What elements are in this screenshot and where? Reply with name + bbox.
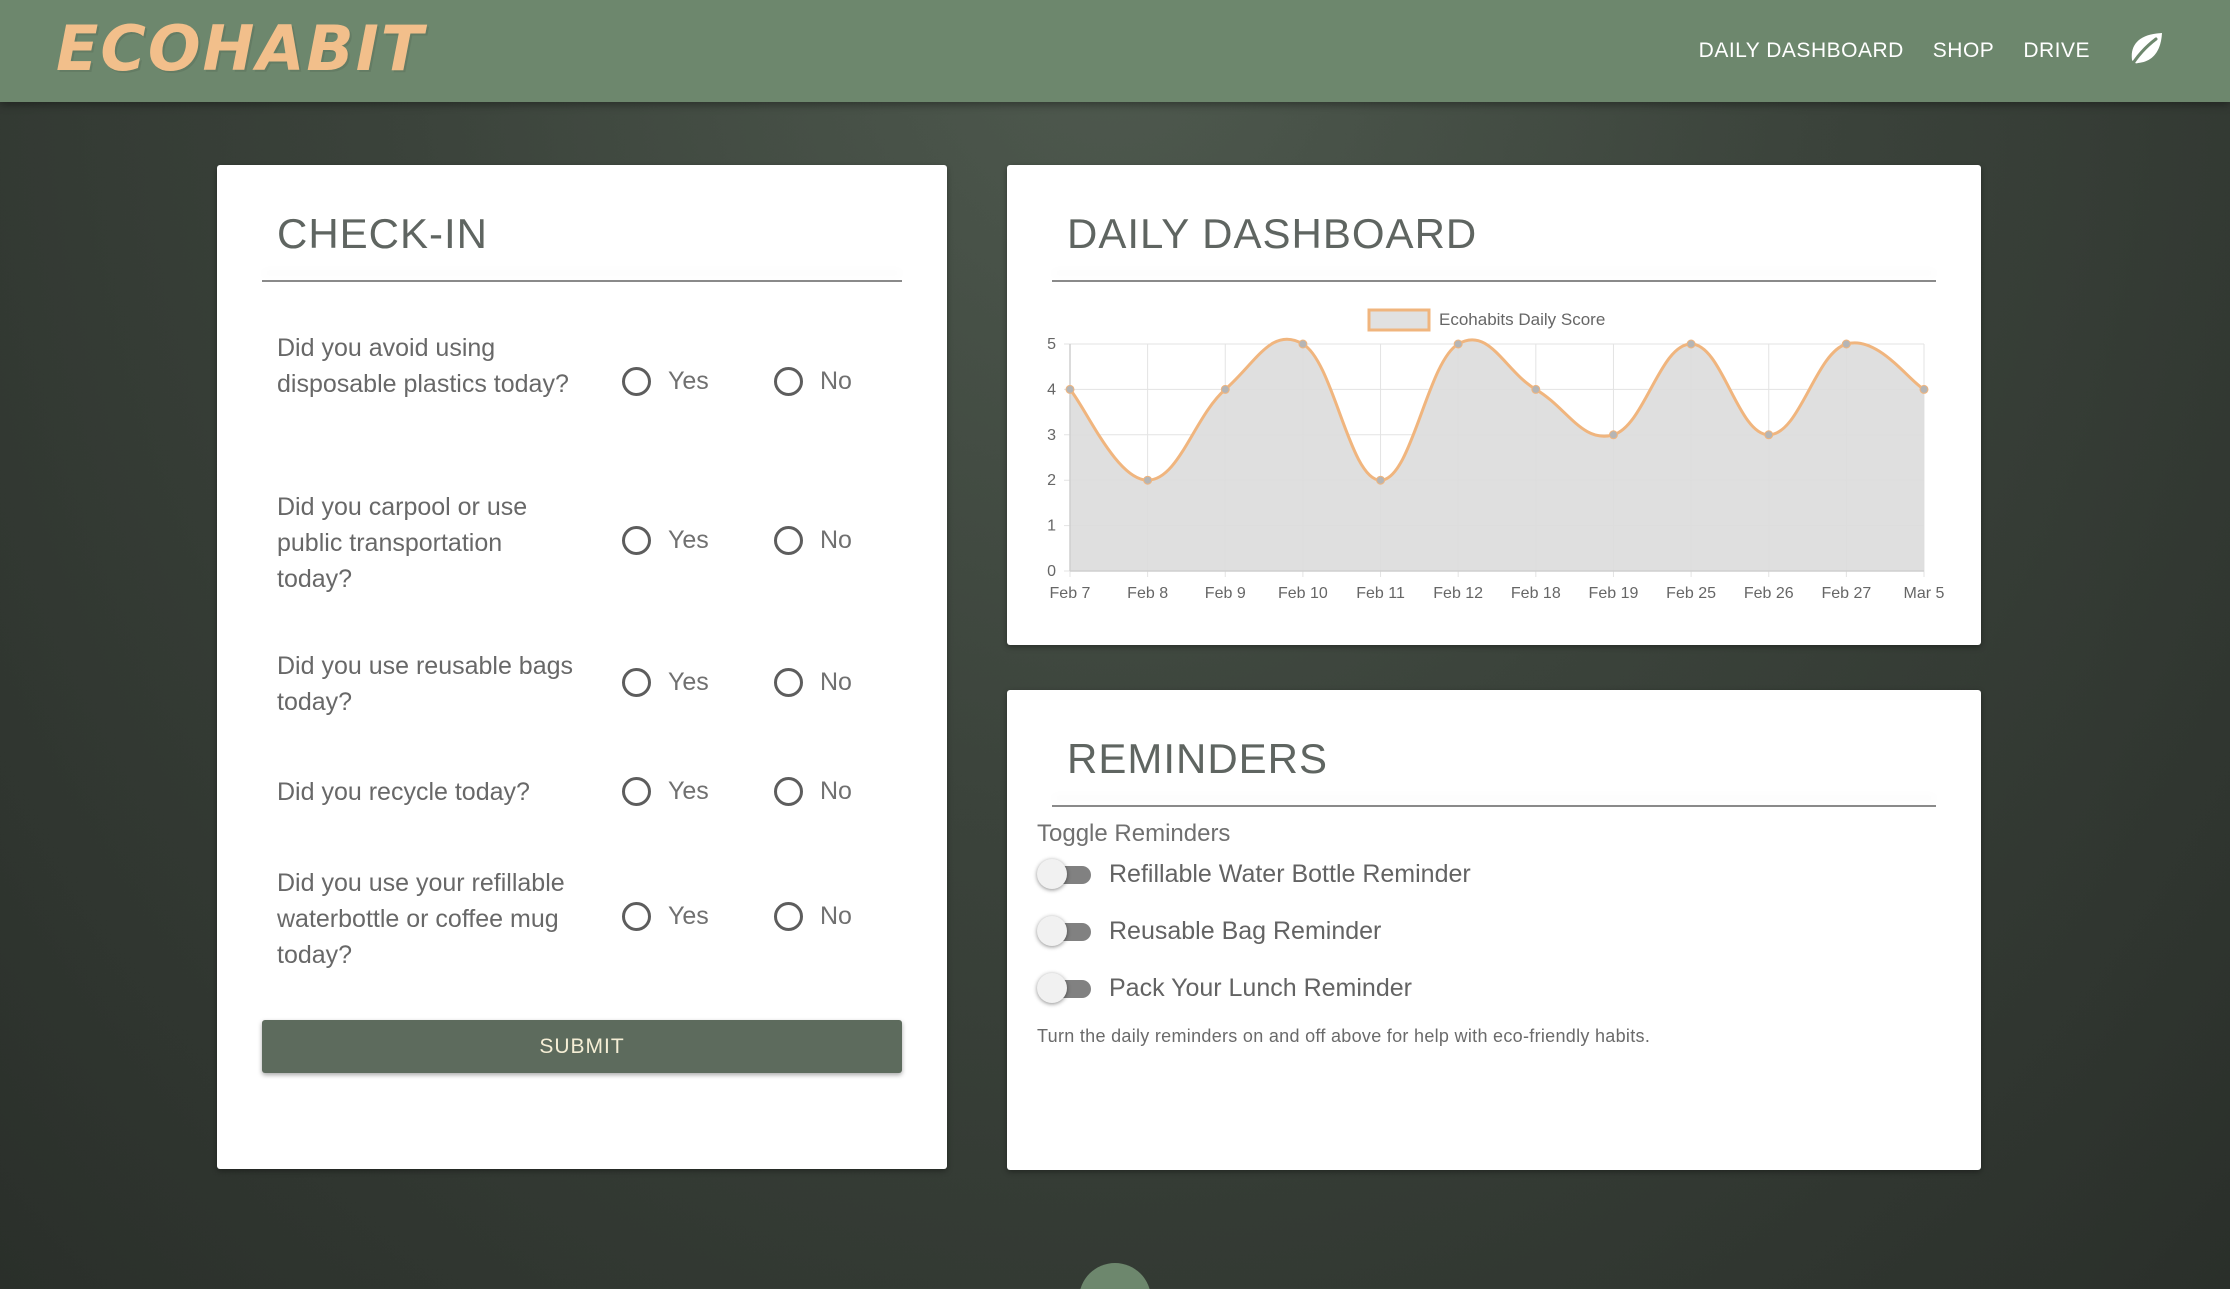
radio-circle-icon[interactable]: [774, 367, 803, 396]
y-tick-label: 1: [1047, 518, 1056, 535]
reminder-label: Refillable Water Bottle Reminder: [1109, 859, 1471, 888]
data-point: [1143, 475, 1153, 485]
brand-logo[interactable]: ECOHABIT: [56, 12, 425, 85]
x-tick-label: Feb 18: [1511, 585, 1561, 602]
reminder-toggle-reusable-bag[interactable]: Reusable Bag Reminder: [1037, 915, 1381, 947]
area-fill: [1070, 339, 1924, 571]
no-option[interactable]: No: [774, 777, 852, 806]
reminders-help-text: Turn the daily reminders on and off abov…: [1037, 1026, 1651, 1046]
x-tick-label: Feb 10: [1278, 585, 1328, 602]
reminders-title: REMINDERS: [1067, 735, 1329, 782]
x-tick-label: Feb 19: [1589, 585, 1639, 602]
yes-label: Yes: [668, 668, 709, 696]
no-label: No: [820, 526, 852, 554]
toggle-knob[interactable]: [1037, 973, 1067, 1003]
data-point: [1298, 339, 1308, 349]
nav-links: DAILY DASHBOARD SHOP DRIVE: [1670, 0, 2090, 102]
y-tick-label: 3: [1047, 427, 1056, 444]
reminder-label: Pack Your Lunch Reminder: [1109, 973, 1412, 1002]
data-point: [1531, 384, 1541, 394]
x-tick-label: Feb 9: [1205, 585, 1246, 602]
x-tick-label: Feb 11: [1356, 585, 1405, 602]
no-label: No: [820, 668, 852, 696]
data-point: [1764, 430, 1774, 440]
toggle-switch[interactable]: [1037, 858, 1093, 890]
x-tick-label: Mar 5: [1904, 585, 1945, 602]
dashboard-card: DAILY DASHBOARD 0 1 2 3 4 5 Feb 7 Feb 8 Feb 9 Feb…: [1007, 165, 1981, 645]
x-tick-label: Feb 7: [1050, 585, 1091, 602]
x-tick-label: Feb 8: [1127, 585, 1168, 602]
y-tick-label: 5: [1047, 336, 1056, 353]
yes-label: Yes: [668, 526, 709, 554]
radio-circle-icon[interactable]: [622, 777, 651, 806]
reminder-label: Reusable Bag Reminder: [1109, 916, 1382, 945]
radio-circle-icon[interactable]: [774, 902, 803, 931]
y-tick-label: 4: [1047, 381, 1056, 398]
data-point: [1608, 430, 1618, 440]
checkin-title: CHECK-IN: [277, 210, 489, 257]
checkin-divider: [262, 280, 902, 282]
data-point: [1919, 384, 1929, 394]
no-option[interactable]: No: [774, 668, 852, 697]
leaf-icon[interactable]: [2126, 30, 2166, 70]
no-label: No: [820, 777, 852, 805]
data-point: [1686, 339, 1696, 349]
data-point: [1065, 384, 1075, 394]
data-point: [1220, 384, 1230, 394]
yes-label: Yes: [668, 777, 709, 805]
question-text: Did you use reusable bags today?: [277, 652, 574, 716]
reminders-divider: [1052, 805, 1936, 807]
radio-circle-icon[interactable]: [622, 668, 651, 697]
toggle-knob[interactable]: [1037, 859, 1067, 889]
github-icon[interactable]: [1079, 1263, 1151, 1289]
checkin-card: CHECK-IN Did you avoid using disposable …: [217, 165, 947, 1169]
question-text: Did you avoid using disposable plastics …: [277, 334, 569, 398]
reminders-card: REMINDERS Toggle Reminders Refillable Wa…: [1007, 690, 1981, 1170]
radio-circle-icon[interactable]: [774, 668, 803, 697]
x-tick-label: Feb 12: [1433, 585, 1483, 602]
no-label: No: [820, 902, 852, 930]
yes-option[interactable]: Yes: [622, 367, 709, 396]
radio-circle-icon[interactable]: [774, 777, 803, 806]
yes-option[interactable]: Yes: [622, 668, 709, 697]
y-tick-label: 2: [1047, 472, 1056, 489]
data-point: [1453, 339, 1463, 349]
question-text: Did you recycle today?: [277, 778, 530, 806]
nav-drive[interactable]: DRIVE: [2023, 39, 2090, 63]
no-option[interactable]: No: [774, 526, 852, 555]
radio-circle-icon[interactable]: [774, 526, 803, 555]
toggle-reminders-heading: Toggle Reminders: [1037, 820, 1231, 847]
question-text: Did you carpool or use public transporta…: [277, 493, 528, 593]
reminder-toggle-water-bottle[interactable]: Refillable Water Bottle Reminder: [1037, 858, 1471, 890]
radio-circle-icon[interactable]: [622, 526, 651, 555]
daily-score-chart: 0 1 2 3 4 5 Feb 7 Feb 8 Feb 9 Feb 10 Feb 11 Feb 12 F…: [1047, 308, 1945, 602]
yes-label: Yes: [668, 367, 709, 395]
toggle-switch[interactable]: [1037, 915, 1093, 947]
nav-shop[interactable]: SHOP: [1933, 39, 1995, 63]
reminder-toggle-pack-lunch[interactable]: Pack Your Lunch Reminder: [1037, 972, 1412, 1004]
yes-label: Yes: [668, 902, 709, 930]
top-navbar: ECOHABIT DAILY DASHBOARD SHOP DRIVE: [0, 0, 2230, 102]
no-label: No: [820, 367, 852, 395]
submit-button[interactable]: SUBMIT: [262, 1020, 902, 1073]
no-option[interactable]: No: [774, 902, 852, 931]
radio-circle-icon[interactable]: [622, 902, 651, 931]
legend-swatch: [1367, 308, 1431, 332]
legend-label: Ecohabits Daily Score: [1439, 310, 1605, 329]
toggle-switch[interactable]: [1037, 972, 1093, 1004]
x-tick-label: Feb 26: [1744, 585, 1794, 602]
question-text: Did you use your refillable waterbottle …: [277, 869, 565, 969]
no-option[interactable]: No: [774, 367, 852, 396]
y-tick-label: 0: [1047, 563, 1056, 580]
toggle-knob[interactable]: [1037, 916, 1067, 946]
x-tick-label: Feb 27: [1821, 585, 1871, 602]
yes-option[interactable]: Yes: [622, 902, 709, 931]
data-point: [1376, 475, 1386, 485]
nav-daily-dashboard[interactable]: DAILY DASHBOARD: [1699, 39, 1904, 63]
data-point: [1841, 339, 1851, 349]
radio-circle-icon[interactable]: [622, 367, 651, 396]
yes-option[interactable]: Yes: [622, 777, 709, 806]
yes-option[interactable]: Yes: [622, 526, 709, 555]
x-tick-label: Feb 25: [1666, 585, 1716, 602]
